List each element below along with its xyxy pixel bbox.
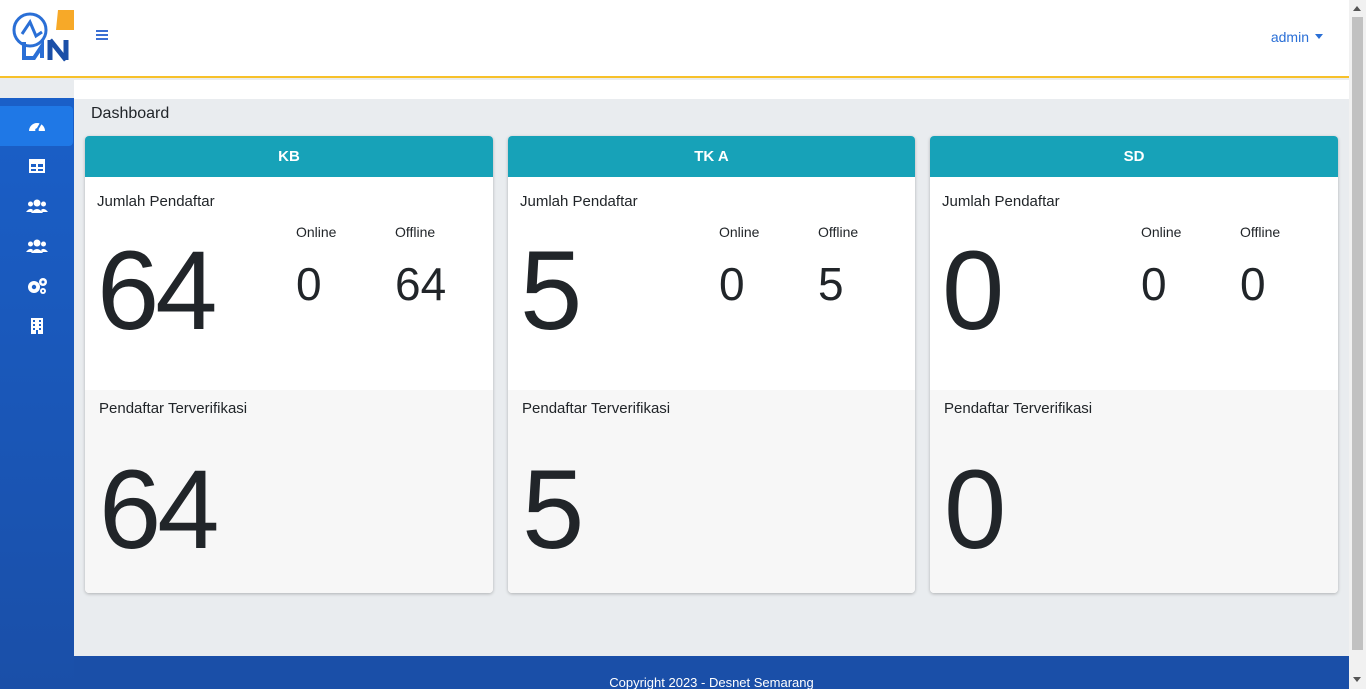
offline-count: 0 xyxy=(1240,258,1266,310)
card-title: SD xyxy=(930,136,1338,177)
registrants-total: 5 xyxy=(520,228,582,353)
offline-label: Offline xyxy=(1240,224,1281,240)
offline-label: Offline xyxy=(818,224,859,240)
top-navbar: admin xyxy=(74,0,1349,78)
app-logo[interactable] xyxy=(0,0,74,78)
sidebar-item-users-2[interactable] xyxy=(0,226,74,266)
card-tk-a: TK A Jumlah Pendaftar 5 Online 0 Offline… xyxy=(508,136,915,593)
card-body: Jumlah Pendaftar 64 Online 0 Offline 64 xyxy=(85,177,493,390)
sidebar-item-table[interactable] xyxy=(0,146,74,186)
registrants-label: Jumlah Pendaftar xyxy=(520,193,638,210)
offline-count: 64 xyxy=(395,258,447,310)
logo-icon xyxy=(12,10,74,62)
verified-label: Pendaftar Terverifikasi xyxy=(99,400,248,417)
building-icon xyxy=(31,318,43,334)
scroll-up-icon[interactable] xyxy=(1353,6,1361,11)
copyright-text: Copyright 2023 - Desnet Semarang xyxy=(609,675,814,689)
sidebar-item-settings[interactable] xyxy=(0,266,74,306)
registrants-total: 0 xyxy=(942,228,1004,353)
scrollbar-thumb[interactable] xyxy=(1352,17,1363,650)
verified-count: 64 xyxy=(99,447,220,572)
menu-toggle-button[interactable] xyxy=(96,28,112,44)
sidebar xyxy=(0,98,74,689)
verified-count: 0 xyxy=(944,447,1006,572)
online-label: Online xyxy=(296,224,337,240)
registrants-label: Jumlah Pendaftar xyxy=(97,193,215,210)
hamburger-line xyxy=(96,38,108,40)
online-count: 0 xyxy=(719,258,745,310)
card-title: KB xyxy=(85,136,493,177)
vertical-scrollbar[interactable] xyxy=(1349,0,1366,689)
hamburger-line xyxy=(96,34,108,36)
sidebar-item-building[interactable] xyxy=(0,306,74,346)
card-body: Jumlah Pendaftar 0 Online 0 Offline 0 xyxy=(930,177,1338,390)
card-title: TK A xyxy=(508,136,915,177)
users-icon xyxy=(26,199,48,213)
registrants-label: Jumlah Pendaftar xyxy=(942,193,1060,210)
card-body: Jumlah Pendaftar 5 Online 0 Offline 5 xyxy=(508,177,915,390)
table-icon xyxy=(29,159,45,173)
header-spacer xyxy=(74,80,1349,99)
online-label: Online xyxy=(1141,224,1182,240)
offline-label: Offline xyxy=(395,224,436,240)
registrants-total: 64 xyxy=(97,228,218,353)
users-icon xyxy=(26,239,48,253)
sidebar-item-dashboard[interactable] xyxy=(0,106,73,146)
page-footer: Copyright 2023 - Desnet Semarang xyxy=(74,656,1349,689)
tachometer-icon xyxy=(28,122,45,132)
online-label: Online xyxy=(719,224,760,240)
verified-count: 5 xyxy=(522,447,584,572)
online-count: 0 xyxy=(1141,258,1167,310)
card-sd: SD Jumlah Pendaftar 0 Online 0 Offline 0… xyxy=(930,136,1338,593)
offline-count: 5 xyxy=(818,258,844,310)
hamburger-icon xyxy=(96,30,108,32)
verified-label: Pendaftar Terverifikasi xyxy=(944,400,1093,417)
cogs-icon xyxy=(28,278,47,294)
card-footer: Pendaftar Terverifikasi 64 xyxy=(85,390,493,593)
online-count: 0 xyxy=(296,258,322,310)
user-dropdown[interactable]: admin xyxy=(1271,29,1323,45)
card-footer: Pendaftar Terverifikasi 0 xyxy=(930,390,1338,593)
user-name: admin xyxy=(1270,29,1309,45)
page-title: Dashboard xyxy=(91,105,170,122)
scroll-down-icon[interactable] xyxy=(1353,677,1361,682)
verified-label: Pendaftar Terverifikasi xyxy=(522,400,671,417)
card-footer: Pendaftar Terverifikasi 5 xyxy=(508,390,915,593)
caret-down-icon xyxy=(1315,33,1323,39)
card-kb: KB Jumlah Pendaftar 64 Online 0 Offline … xyxy=(85,136,493,593)
sidebar-item-users[interactable] xyxy=(0,186,74,226)
